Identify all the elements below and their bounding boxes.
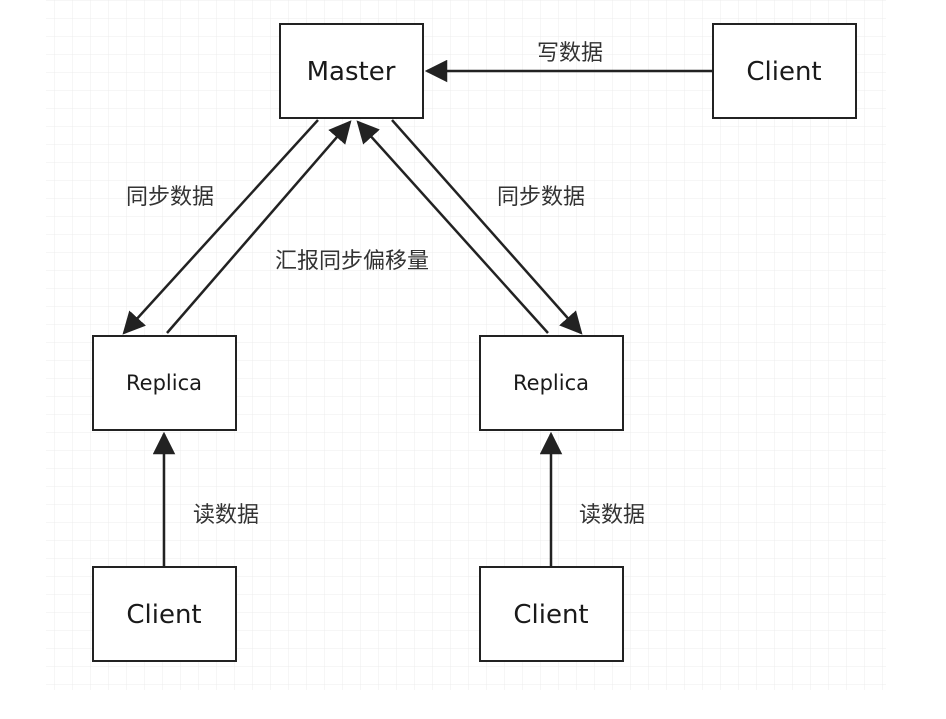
architecture-diagram: Master Client Replica Replica Client Cli… [46, 0, 886, 690]
master-node: Master [279, 23, 424, 119]
client-read-right-label: Client [513, 600, 588, 630]
client-read-left-label: Client [126, 600, 201, 630]
client-read-right-node: Client [479, 566, 624, 662]
client-write-node: Client [712, 23, 857, 119]
sync-data-left-label: 同步数据 [126, 185, 214, 210]
sync-data-right-label: 同步数据 [497, 185, 585, 210]
client-read-left-node: Client [92, 566, 237, 662]
client-write-label: Client [746, 57, 821, 87]
replica-right-label: Replica [513, 371, 589, 395]
replica-right-node: Replica [479, 335, 624, 431]
report-offset-label: 汇报同步偏移量 [275, 249, 429, 274]
write-data-label: 写数据 [537, 41, 603, 66]
read-data-right-label: 读数据 [579, 503, 645, 528]
read-data-left-label: 读数据 [193, 503, 259, 528]
master-label: Master [307, 57, 396, 87]
replica-left-node: Replica [92, 335, 237, 431]
replica-left-label: Replica [126, 371, 202, 395]
